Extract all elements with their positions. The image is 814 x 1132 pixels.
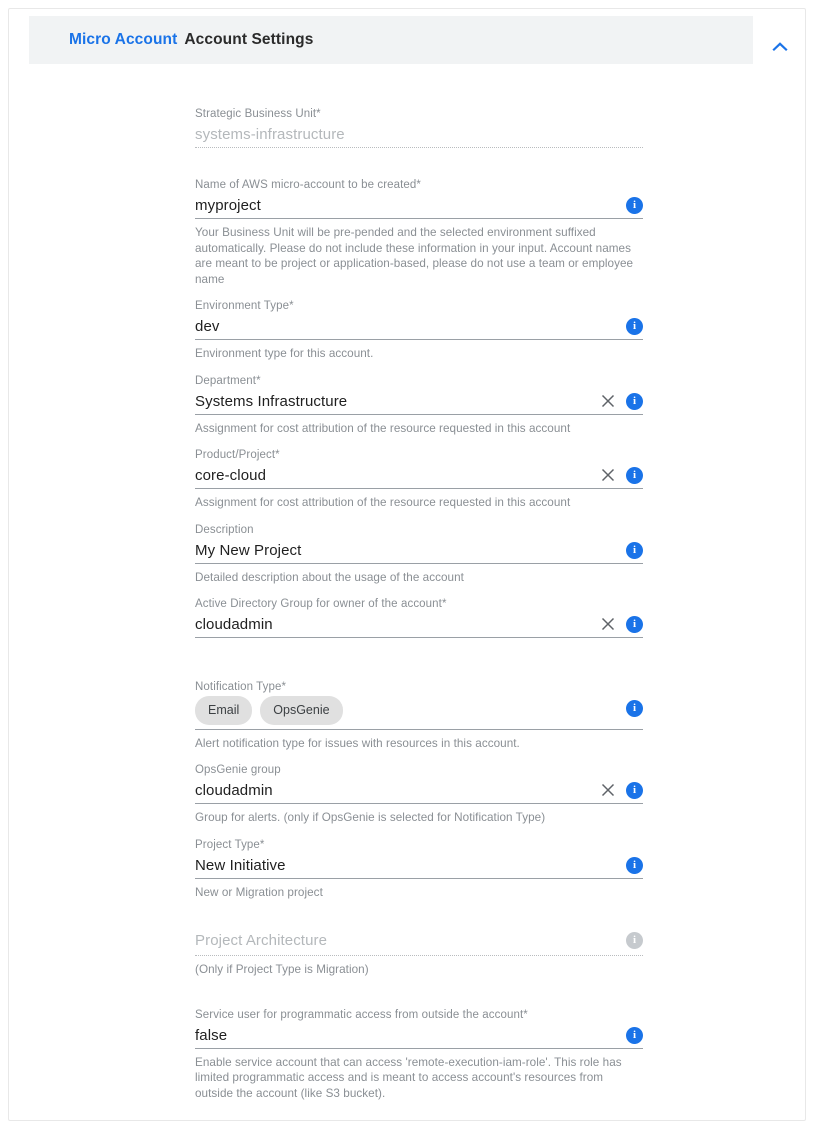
input-wrapper[interactable]: cloudadmin i [195, 613, 643, 638]
input-wrapper[interactable]: Email OpsGenie i [195, 696, 643, 730]
clear-icon[interactable] [600, 393, 616, 409]
product-project-input[interactable]: core-cloud [195, 465, 596, 486]
clear-icon[interactable] [600, 467, 616, 483]
chip-opsgenie[interactable]: OpsGenie [260, 696, 343, 725]
input-wrapper[interactable]: Systems Infrastructure i [195, 390, 643, 415]
info-icon[interactable]: i [626, 318, 643, 335]
opsgenie-group-input[interactable]: cloudadmin [195, 780, 596, 801]
field-label: Description [195, 523, 254, 536]
field-notification-type: Notification Type* Email OpsGenie i Aler… [195, 680, 643, 751]
input-wrapper[interactable]: My New Project i [195, 539, 643, 564]
field-label: Service user for programmatic access fro… [195, 1008, 528, 1021]
field-account-name: Name of AWS micro-account to be created*… [195, 178, 643, 287]
clear-icon[interactable] [600, 782, 616, 798]
field-label: Name of AWS micro-account to be created* [195, 179, 422, 191]
field-product-project: Product/Project* core-cloud i Assignment… [195, 448, 643, 511]
input-wrapper[interactable]: myproject i [195, 194, 643, 219]
clear-icon[interactable] [600, 616, 616, 632]
description-input[interactable]: My New Project [195, 540, 616, 561]
field-help-text: New or Migration project [195, 885, 323, 899]
field-label: Environment Type* [195, 300, 294, 312]
field-help-text: Alert notification type for issues with … [195, 736, 520, 750]
field-label: Notification Type* [195, 681, 287, 693]
strategic-business-unit-input: systems-infrastructure [195, 126, 345, 143]
environment-type-input[interactable]: dev [195, 316, 616, 337]
field-label: Strategic Business Unit* [195, 108, 321, 120]
account-settings-form: Strategic Business Unit* systems-infrast… [195, 107, 643, 1132]
field-active-directory-group: Active Directory Group for owner of the … [195, 597, 643, 638]
info-icon[interactable]: i [626, 197, 643, 214]
active-directory-group-input[interactable]: cloudadmin [195, 614, 596, 635]
chip-email[interactable]: Email [195, 696, 253, 725]
field-strategic-business-unit: Strategic Business Unit* systems-infrast… [195, 107, 643, 148]
info-icon[interactable]: i [626, 467, 643, 484]
field-help-text: Your Business Unit will be pre-pended an… [195, 226, 634, 286]
panel-header: Micro Account Account Settings [29, 16, 753, 64]
page-root: Micro Account Account Settings Strategic… [0, 0, 814, 1132]
field-opsgenie-group: OpsGenie group cloudadmin i Group for al… [195, 763, 643, 826]
field-department: Department* Systems Infrastructure i Ass… [195, 374, 643, 437]
input-wrapper[interactable]: false i [195, 1024, 643, 1049]
info-icon[interactable]: i [626, 699, 643, 717]
service-user-input[interactable]: false [195, 1025, 616, 1046]
field-service-user: Service user for programmatic access fro… [195, 1008, 643, 1102]
field-label: Product/Project* [195, 449, 280, 461]
breadcrumb-micro-account[interactable]: Micro Account [69, 31, 177, 49]
info-icon[interactable]: i [626, 392, 643, 410]
field-environment-type: Environment Type* dev i Environment type… [195, 299, 643, 362]
info-icon[interactable]: i [626, 782, 643, 799]
account-name-input[interactable]: myproject [195, 195, 616, 216]
field-label: OpsGenie group [195, 764, 281, 776]
info-icon: i [626, 932, 643, 949]
field-help-text: Group for alerts. (only if OpsGenie is s… [195, 811, 546, 824]
field-help-text: Assignment for cost attribution of the r… [195, 421, 571, 435]
page-title: Account Settings [184, 31, 314, 48]
collapse-panel-button[interactable] [767, 33, 793, 59]
field-help-text: Assignment for cost attribution of the r… [195, 496, 571, 509]
notification-type-chips: Email OpsGenie [195, 696, 616, 727]
field-project-architecture: Project Architecture i (Only if Project … [195, 930, 643, 978]
input-wrapper[interactable]: dev i [195, 315, 643, 340]
chevron-up-icon [772, 41, 788, 51]
input-wrapper: systems-infrastructure [195, 123, 643, 148]
info-icon[interactable]: i [626, 1026, 643, 1044]
input-wrapper[interactable]: New Initiative i [195, 854, 643, 879]
field-label: Active Directory Group for owner of the … [195, 598, 447, 610]
input-wrapper: Project Architecture i [195, 930, 643, 956]
field-description: Description My New Project i Detailed de… [195, 523, 643, 586]
project-architecture-input: Project Architecture [195, 932, 328, 949]
account-settings-card: Micro Account Account Settings Strategic… [8, 8, 806, 1121]
field-label: Department* [195, 374, 261, 387]
input-wrapper[interactable]: core-cloud i [195, 464, 643, 489]
field-project-type: Project Type* New Initiative i New or Mi… [195, 838, 643, 901]
department-input[interactable]: Systems Infrastructure [195, 391, 596, 412]
field-label: Project Type* [195, 838, 265, 851]
field-help-text: (Only if Project Type is Migration) [195, 963, 369, 976]
input-wrapper[interactable]: cloudadmin i [195, 779, 643, 804]
field-help-text: Enable service account that can access '… [195, 1055, 622, 1100]
info-icon[interactable]: i [626, 616, 643, 633]
info-icon[interactable]: i [626, 856, 643, 874]
field-help-text: Detailed description about the usage of … [195, 570, 464, 584]
info-icon[interactable]: i [626, 541, 643, 559]
project-type-input[interactable]: New Initiative [195, 855, 616, 876]
field-help-text: Environment type for this account. [195, 347, 374, 360]
